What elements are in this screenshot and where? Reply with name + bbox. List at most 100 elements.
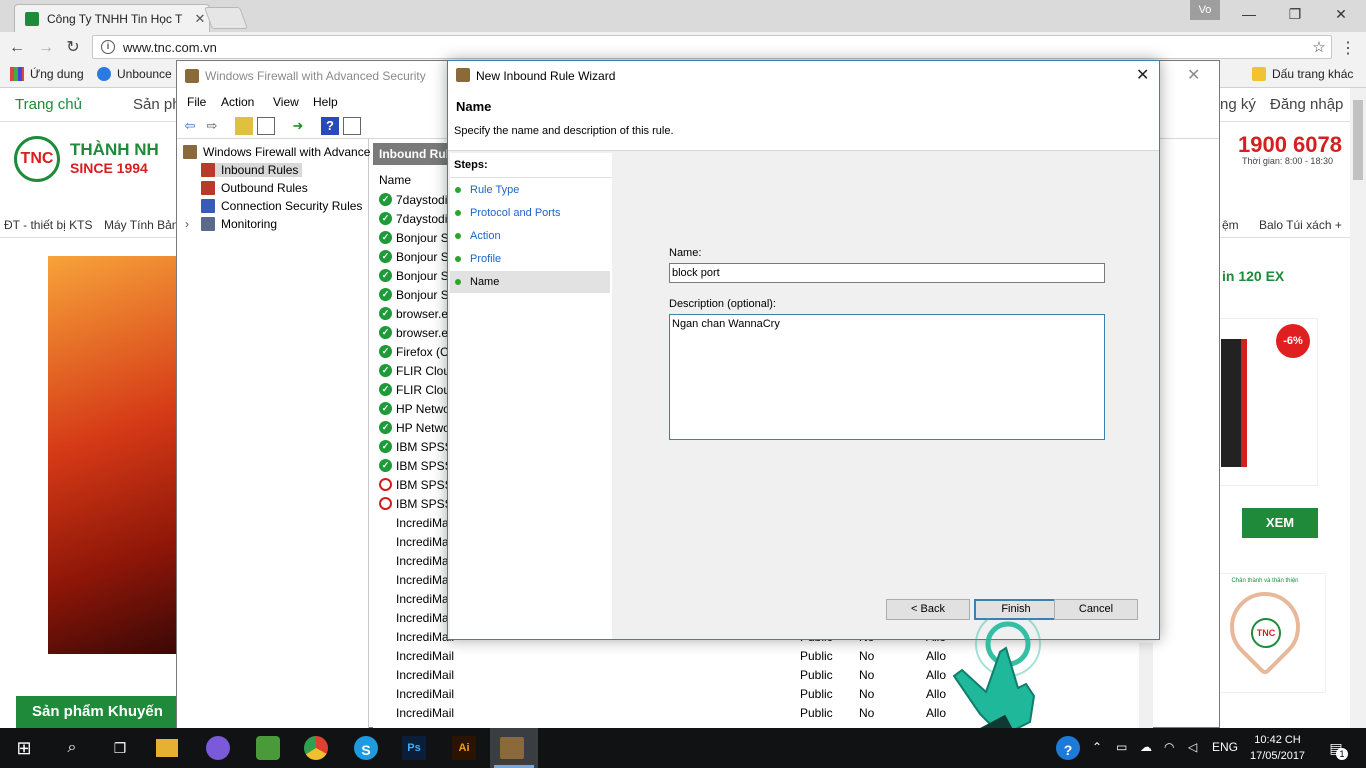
rule-name: IncrediMai <box>396 611 452 625</box>
illustrator-icon[interactable]: Ai <box>452 736 476 760</box>
column-name[interactable]: Name <box>379 173 411 187</box>
window-close-icon[interactable]: ✕ <box>1318 0 1364 28</box>
rule-profile: Public <box>800 687 833 701</box>
bookmark-star-icon[interactable]: ☆ <box>1307 38 1331 56</box>
expand-chevron-icon[interactable]: › <box>185 217 195 231</box>
tnc-logo-icon: TNC <box>14 136 60 182</box>
wifi-icon[interactable]: ◠ <box>1164 740 1174 754</box>
properties-icon[interactable] <box>343 117 361 135</box>
firewall-icon <box>456 68 470 82</box>
rule-name: IncrediMail <box>396 687 455 701</box>
battery-icon[interactable]: ▭ <box>1116 740 1127 754</box>
rule-name-input[interactable] <box>669 263 1105 283</box>
page-scrollbar[interactable] <box>1350 88 1366 728</box>
heart-ad[interactable]: Chân thành và thân thiện TNC <box>1204 573 1326 693</box>
forward-icon[interactable]: ⇨ <box>203 117 221 135</box>
system-clock[interactable]: 10:42 CH 17/05/2017 <box>1250 732 1305 764</box>
step-action[interactable]: Action <box>450 225 610 247</box>
up-folder-icon[interactable] <box>235 117 253 135</box>
photoshop-icon[interactable]: Ps <box>402 736 426 760</box>
rules-vscroll[interactable] <box>1139 643 1153 729</box>
wizard-steps: Steps: Rule Type Protocol and Ports Acti… <box>450 153 612 639</box>
rule-enabled-icon: ✓ <box>379 326 392 339</box>
menu-action[interactable]: Action <box>221 95 254 109</box>
help-icon[interactable]: ? <box>321 117 339 135</box>
side-product-title[interactable]: in 120 EX <box>1222 268 1284 284</box>
browser-tab-active[interactable]: Công Ty TNHH Tin Học T ✕ <box>14 4 210 32</box>
finish-button[interactable]: Finish <box>974 599 1058 620</box>
rule-override: No <box>859 668 875 682</box>
viber-icon[interactable] <box>206 736 230 760</box>
restore-icon[interactable]: ❐ <box>1272 0 1318 28</box>
other-bookmarks-label: Dấu trang khác <box>1272 67 1354 81</box>
rule-name: IncrediMai <box>396 535 452 549</box>
export-icon[interactable]: ➜ <box>289 117 307 135</box>
nav-products[interactable]: Sản ph <box>133 96 181 113</box>
menu-help[interactable]: Help <box>313 95 338 109</box>
reload-icon[interactable]: ↻ <box>62 37 84 59</box>
hotline-number: 1900 6078 <box>1238 132 1342 157</box>
firewall-taskbar-icon[interactable] <box>500 737 524 759</box>
site-info-icon[interactable]: i <box>101 40 115 54</box>
address-bar[interactable]: i www.tnc.com.vn ☆ <box>92 35 1332 59</box>
xem-button[interactable]: XEM <box>1242 508 1318 538</box>
step-protocol-ports[interactable]: Protocol and Ports <box>450 202 610 224</box>
tree-inbound-rules[interactable]: Inbound Rules <box>201 163 303 177</box>
forward-arrow-icon[interactable]: → <box>35 37 57 59</box>
browser-profile-badge[interactable]: Vo <box>1190 0 1220 20</box>
browser-menu-icon[interactable]: ⋮ <box>1340 38 1356 58</box>
back-icon[interactable]: ⇦ <box>181 117 199 135</box>
firewall-close-icon[interactable]: ✕ <box>1187 65 1200 85</box>
bookmark-apps[interactable]: Ứng dung <box>10 67 84 81</box>
file-explorer-icon[interactable] <box>156 739 178 757</box>
tree-outbound-rules[interactable]: Outbound Rules <box>201 181 308 195</box>
step-name-current[interactable]: Name <box>450 271 610 293</box>
tree-root[interactable]: Windows Firewall with Advance <box>183 145 370 159</box>
tray-expand-icon[interactable]: ⌃ <box>1092 740 1102 754</box>
category-item[interactable]: ệm <box>1222 218 1239 232</box>
skype-icon[interactable]: S <box>354 736 378 760</box>
app-green-icon[interactable] <box>256 736 280 760</box>
rule-name: IncrediMail <box>396 668 455 682</box>
category-item[interactable]: Balo Túi xách + <box>1259 218 1342 232</box>
onedrive-icon[interactable]: ☁ <box>1140 740 1152 754</box>
other-bookmarks[interactable]: Dấu trang khác <box>1252 67 1353 81</box>
help-tray-icon[interactable]: ? <box>1056 736 1080 760</box>
back-arrow-icon[interactable]: ← <box>6 37 28 59</box>
volume-icon[interactable]: ◁ <box>1188 740 1197 754</box>
rule-profile: Public <box>800 649 833 663</box>
nav-login[interactable]: Đăng nhập <box>1270 96 1343 113</box>
nav-home[interactable]: Trang chủ <box>15 96 82 113</box>
menu-file[interactable]: File <box>187 95 206 109</box>
language-indicator[interactable]: ENG <box>1212 740 1238 754</box>
tree-monitoring[interactable]: › Monitoring <box>185 217 277 231</box>
category-item[interactable]: Máy Tính Bản <box>104 218 178 232</box>
task-view-icon[interactable]: ❐ <box>106 734 134 762</box>
rule-name: 7daystodi <box>396 193 448 207</box>
step-dot-icon <box>455 279 461 285</box>
new-tab-button[interactable] <box>203 7 249 29</box>
bookmark-unbounce[interactable]: Unbounce <box>97 67 172 81</box>
brand-since: SINCE 1994 <box>70 160 148 176</box>
step-rule-type[interactable]: Rule Type <box>450 179 610 201</box>
tree-connection-security[interactable]: Connection Security Rules <box>201 199 362 213</box>
rule-override: No <box>859 706 875 720</box>
step-profile[interactable]: Profile <box>450 248 610 270</box>
menu-view[interactable]: View <box>273 95 299 109</box>
show-tree-icon[interactable] <box>257 117 275 135</box>
nav-register[interactable]: ng ký <box>1220 96 1256 113</box>
rule-description-input[interactable]: Ngan chan WannaCry <box>669 314 1105 440</box>
search-icon[interactable]: ⌕ <box>58 734 86 762</box>
rule-profile: Public <box>800 668 833 682</box>
category-item[interactable]: ĐT - thiết bị KTS <box>4 218 92 232</box>
cancel-button[interactable]: Cancel <box>1054 599 1138 620</box>
wizard-close-icon[interactable]: ✕ <box>1136 65 1149 85</box>
folder-icon <box>1252 67 1266 81</box>
minimize-icon[interactable]: — <box>1226 0 1272 28</box>
site-logo[interactable]: TNC THÀNH NH SINCE 1994 <box>14 136 159 182</box>
chrome-icon[interactable] <box>304 736 328 760</box>
tree-root-label: Windows Firewall with Advance <box>203 145 371 159</box>
back-button[interactable]: < Back <box>886 599 970 620</box>
windows-start-icon[interactable]: ⊞ <box>10 734 38 762</box>
promo-banner-image[interactable] <box>48 256 176 654</box>
